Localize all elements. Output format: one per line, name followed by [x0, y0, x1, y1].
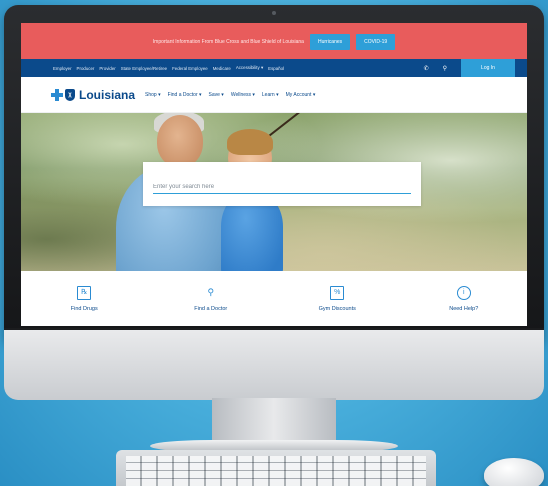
topnav-federal-employee[interactable]: Federal Employee [172, 66, 208, 71]
website-screen: Important Information From Blue Cross an… [21, 23, 527, 326]
alert-bar: Important Information From Blue Cross an… [21, 23, 527, 59]
boy-hair [227, 129, 273, 155]
login-button[interactable]: Log In [461, 59, 515, 77]
hero-banner [21, 113, 527, 271]
covid-button[interactable]: COVID-19 [356, 34, 396, 50]
quicklink-label: Need Help? [449, 305, 479, 312]
quicklink-find-drugs[interactable]: ℞ Find Drugs [21, 285, 148, 312]
shield-logo-icon: χ [65, 88, 75, 101]
hero-search-panel [143, 162, 421, 206]
menu-save[interactable]: Save ▾ [209, 92, 224, 98]
topnav-employer[interactable]: Employer [53, 66, 72, 71]
alert-text: Important Information From Blue Cross an… [152, 39, 304, 45]
bcbs-logo[interactable]: χ Louisiana [51, 88, 135, 102]
webcam [272, 11, 276, 15]
topnav-accessibility[interactable]: Accessibility ▾ [236, 65, 263, 71]
quicklink-gym-discounts[interactable]: % Gym Discounts [274, 285, 401, 312]
topnav-actions: ✆ ⚲ Log In [424, 59, 515, 77]
quicklink-label: Find a Doctor [194, 305, 228, 312]
menu-wellness[interactable]: Wellness ▾ [231, 92, 255, 98]
info-icon: i [456, 285, 471, 300]
menu-my-account[interactable]: My Account ▾ [286, 92, 316, 98]
menu-find-a-doctor[interactable]: Find a Doctor ▾ [168, 92, 202, 98]
menu-shop[interactable]: Shop ▾ [145, 92, 161, 98]
keyboard [116, 450, 436, 486]
prescription-icon: ℞ [77, 285, 92, 300]
audience-nav: Employer Producer Provider State Employe… [21, 59, 527, 77]
magnifier-icon: ⚲ [207, 287, 215, 297]
hurricanes-button[interactable]: Hurricanes [309, 34, 351, 50]
menu-learn[interactable]: Learn ▾ [262, 92, 279, 98]
logo-text: Louisiana [79, 87, 136, 102]
topnav-state-employee[interactable]: State Employee/Retiree [121, 66, 167, 71]
cross-logo-icon [51, 88, 63, 101]
site-search-input[interactable] [153, 184, 411, 194]
keyboard-keys [126, 456, 426, 486]
search-icon[interactable]: ⚲ [443, 65, 447, 72]
quicklink-label: Find Drugs [70, 305, 98, 312]
discount-icon: % [330, 285, 345, 300]
quicklink-label: Gym Discounts [318, 305, 356, 312]
topnav-medicare[interactable]: Medicare [213, 66, 231, 71]
quick-links: ℞ Find Drugs ⚲ Find a Doctor % Gym Disco… [21, 271, 527, 326]
topnav-espanol[interactable]: Español [268, 66, 284, 71]
phone-icon[interactable]: ✆ [424, 65, 429, 72]
grandfather-head [157, 115, 203, 167]
monitor-chin [4, 330, 544, 400]
quicklink-find-a-doctor[interactable]: ⚲ Find a Doctor [148, 286, 275, 312]
topnav-provider[interactable]: Provider [99, 66, 115, 71]
topnav-producer[interactable]: Producer [77, 66, 95, 71]
mouse [484, 458, 544, 486]
main-nav: χ Louisiana Shop ▾ Find a Doctor ▾ Save … [21, 77, 527, 113]
quicklink-need-help[interactable]: i Need Help? [401, 285, 528, 312]
